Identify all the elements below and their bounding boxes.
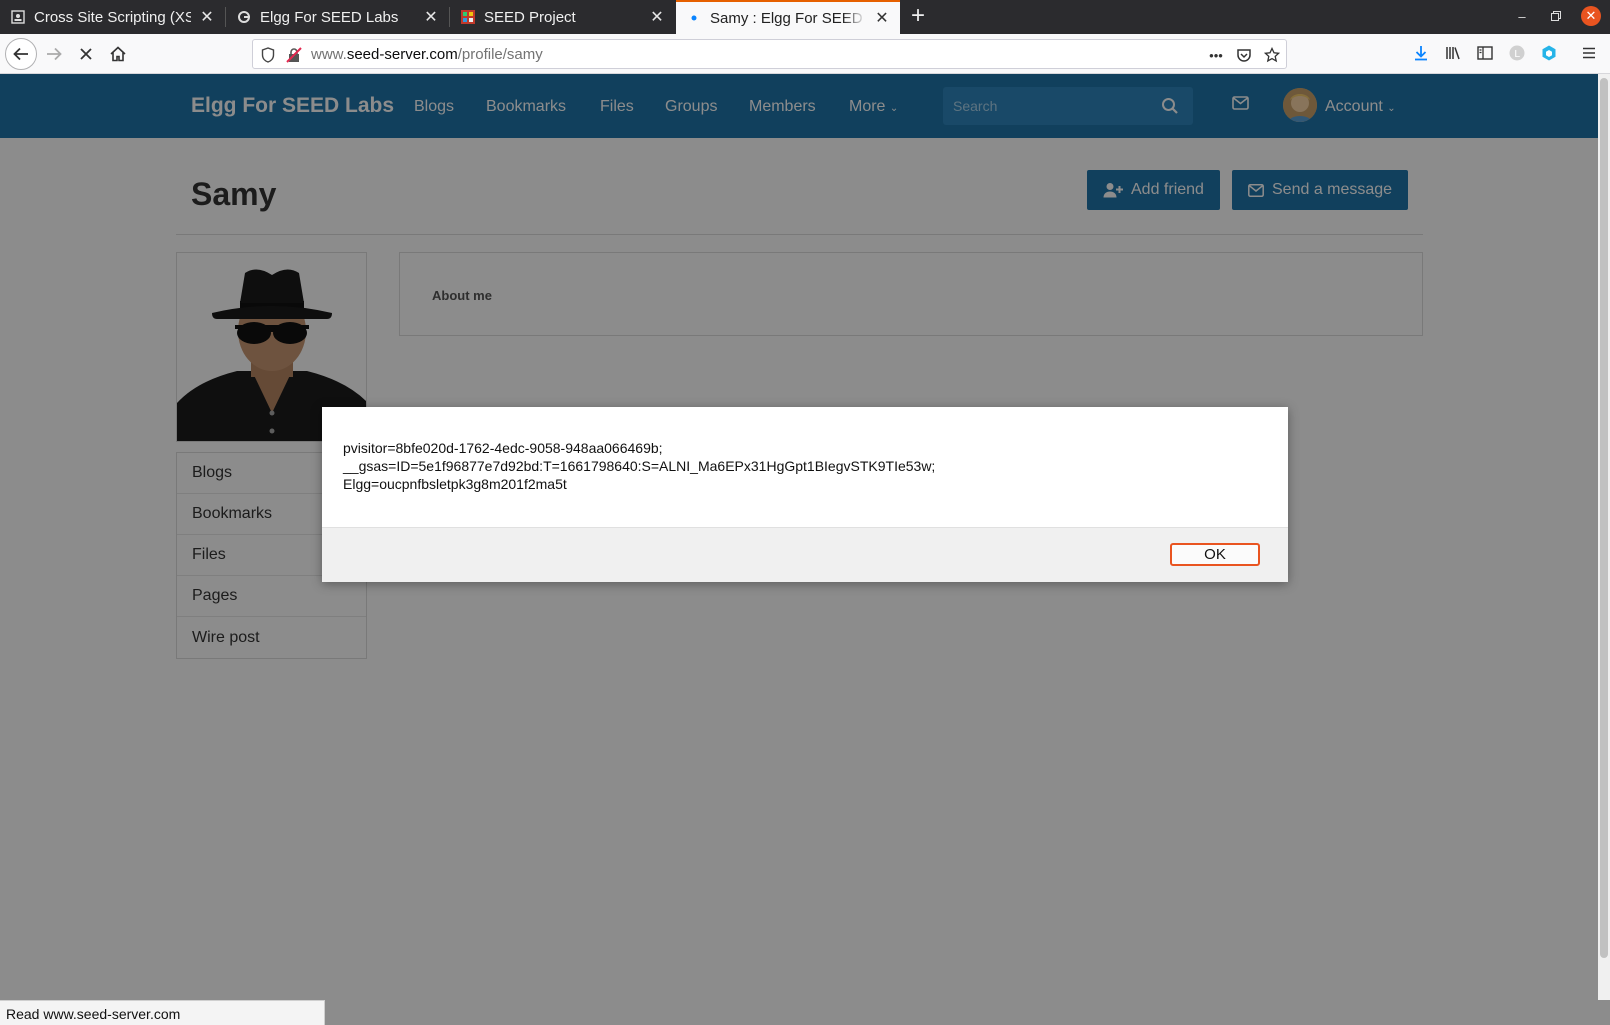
close-icon[interactable]: ✕ — [423, 7, 439, 27]
page-actions-icon[interactable]: ••• — [1203, 46, 1229, 64]
alert-line: __gsas=ID=5e1f96877e7d92bd:T=1661798640:… — [343, 458, 936, 474]
url-prefix: www. — [311, 46, 347, 63]
alert-message: pvisitor=8bfe020d-1762-4edc-9058-948aa06… — [343, 439, 935, 493]
pocket-icon[interactable] — [1235, 46, 1253, 64]
downloads-icon[interactable] — [1411, 43, 1431, 63]
alert-dialog: pvisitor=8bfe020d-1762-4edc-9058-948aa06… — [322, 407, 1288, 582]
web-page: Elgg For SEED Labs Blogs Bookmarks Files… — [0, 74, 1610, 1025]
url-text[interactable]: www.seed-server.com/profile/samy — [311, 46, 543, 63]
scrollbar-thumb[interactable] — [1600, 78, 1608, 958]
loading-dot-icon — [686, 10, 702, 26]
tab-seed-project[interactable]: SEED Project ✕ — [450, 0, 675, 34]
tab-label: Samy : Elgg For SEED Labs — [710, 9, 866, 27]
elgg-logo-icon — [236, 9, 252, 25]
close-icon[interactable]: ✕ — [199, 7, 215, 27]
insecure-lock-icon[interactable] — [285, 46, 303, 64]
close-icon[interactable]: ✕ — [649, 7, 665, 27]
seed-logo-icon — [460, 9, 476, 25]
library-icon[interactable] — [1443, 43, 1463, 63]
tab-bar: Cross Site Scripting (XSS) ✕ Elgg For SE… — [0, 0, 1610, 34]
tab-elgg-for-seed-labs[interactable]: Elgg For SEED Labs ✕ — [226, 0, 449, 34]
extension-cube-icon[interactable] — [1539, 43, 1559, 63]
tab-label: Elgg For SEED Labs — [260, 8, 399, 26]
ok-button[interactable]: OK — [1170, 543, 1260, 566]
forward-arrow-icon[interactable] — [38, 38, 70, 70]
url-host: seed-server.com — [346, 46, 458, 63]
new-tab-plus-icon[interactable]: + — [906, 4, 930, 29]
navigation-toolbar: www.seed-server.com/profile/samy ••• L — [0, 34, 1610, 74]
back-arrow-icon[interactable] — [5, 38, 37, 70]
url-path: /profile/samy — [457, 46, 543, 63]
alert-footer: OK — [322, 527, 1288, 582]
tab-label: SEED Project — [484, 8, 576, 26]
address-bar[interactable]: www.seed-server.com/profile/samy ••• — [252, 39, 1287, 69]
account-circle-icon[interactable]: L — [1507, 43, 1527, 63]
svg-text:L: L — [1514, 49, 1520, 60]
close-icon[interactable]: ✕ — [874, 8, 890, 28]
minimize-icon[interactable]: – — [1513, 8, 1531, 26]
hamburger-menu-icon[interactable] — [1579, 43, 1599, 63]
tab-label: Cross Site Scripting (XSS) — [34, 8, 191, 26]
alert-line: pvisitor=8bfe020d-1762-4edc-9058-948aa06… — [343, 440, 663, 456]
vertical-scrollbar[interactable] — [1598, 74, 1610, 1000]
bookmark-star-icon[interactable] — [1263, 46, 1281, 64]
shield-icon[interactable] — [259, 46, 277, 64]
tab-samy-profile[interactable]: Samy : Elgg For SEED Labs ✕ — [676, 0, 900, 34]
page-icon — [10, 9, 26, 25]
window-close-icon[interactable]: ✕ — [1581, 6, 1601, 26]
sidebar-icon[interactable] — [1475, 43, 1495, 63]
status-bar: Read www.seed-server.com — [0, 1000, 325, 1025]
alert-line: Elgg=oucpnfbsletpk3g8m201f2ma5t — [343, 476, 567, 492]
stop-loading-icon[interactable] — [70, 38, 102, 70]
home-icon[interactable] — [102, 38, 134, 70]
restore-icon[interactable] — [1547, 8, 1565, 26]
tab-cross-site-scripting[interactable]: Cross Site Scripting (XSS) ✕ — [0, 0, 225, 34]
